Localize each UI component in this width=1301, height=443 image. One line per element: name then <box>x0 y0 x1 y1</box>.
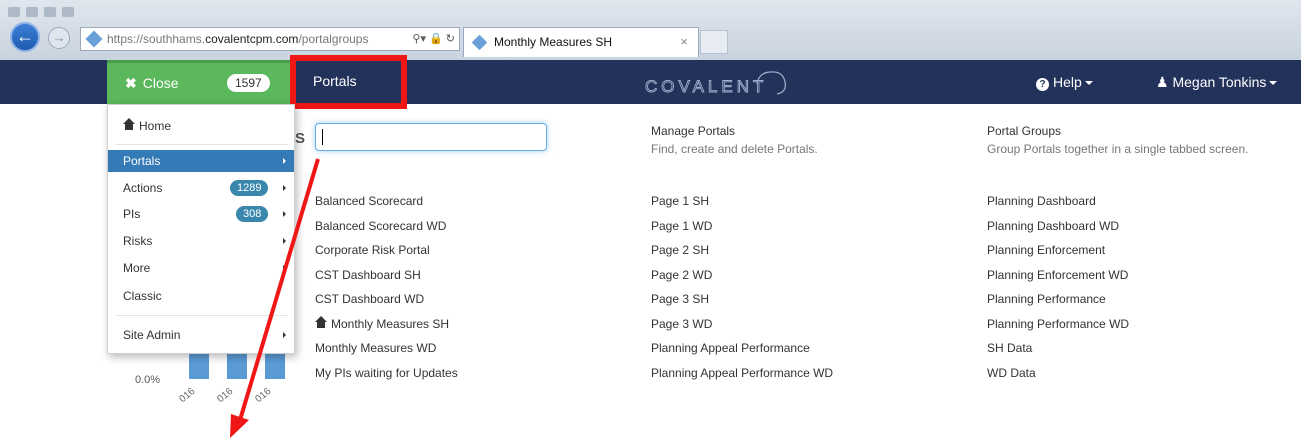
menu-item-home[interactable]: Home <box>108 115 294 137</box>
chart-bar <box>227 354 247 379</box>
menu-item-risks[interactable]: Risks <box>108 230 294 252</box>
screenshot-root: ← → https://southhams.covalentcpm.com/po… <box>0 0 1301 443</box>
portal-link[interactable]: SH Data <box>987 341 1032 355</box>
chevron-right-icon <box>283 332 286 338</box>
caret-down-icon <box>1084 81 1093 86</box>
portal-link[interactable]: Page 2 WD <box>651 268 712 282</box>
text-cursor <box>322 129 323 145</box>
portal-link[interactable]: Monthly Measures WD <box>315 341 436 355</box>
manage-portals-link[interactable]: Manage Portals <box>651 124 735 138</box>
tab-title: Monthly Measures SH <box>494 35 613 49</box>
portal-link[interactable]: Planning Appeal Performance WD <box>651 366 833 380</box>
portal-link[interactable]: Planning Dashboard WD <box>987 219 1119 233</box>
home-icon <box>315 315 327 329</box>
menu-item-classic[interactable]: Classic <box>108 285 294 307</box>
portal-link[interactable]: CST Dashboard SH <box>315 268 421 282</box>
menu-item-pis[interactable]: PIs 308 <box>108 203 294 225</box>
menu-item-actions[interactable]: Actions 1289 <box>108 177 294 199</box>
portal-link[interactable]: Planning Enforcement WD <box>987 268 1128 282</box>
menu-divider <box>116 144 288 145</box>
close-label: Close <box>142 75 179 91</box>
menu-item-portals[interactable]: Portals <box>108 150 294 172</box>
main-dropdown-menu: Home Portals Actions 1289 PIs 308 Risks Mo… <box>107 104 295 354</box>
menu-divider <box>116 315 288 316</box>
highlight-box <box>290 55 407 109</box>
chevron-right-icon <box>283 158 286 164</box>
browser-chrome: ← → https://southhams.covalentcpm.com/po… <box>0 0 1301 60</box>
forward-arrow-icon[interactable]: → <box>48 27 70 49</box>
browser-tab[interactable]: Monthly Measures SH × <box>463 27 699 57</box>
new-tab-button[interactable] <box>700 30 728 54</box>
url-text: https://southhams.covalentcpm.com/portal… <box>107 32 369 46</box>
background-chart: 0.0% 016 016 016 <box>107 354 297 406</box>
actions-count-badge: 1289 <box>230 180 269 196</box>
close-icon: ✖ <box>125 75 137 91</box>
arrow-head <box>230 414 249 438</box>
portal-link[interactable]: WD Data <box>987 366 1036 380</box>
chevron-right-icon <box>283 238 286 244</box>
portal-link[interactable]: Monthly Measures SH <box>315 315 449 331</box>
address-bar[interactable]: https://southhams.covalentcpm.com/portal… <box>80 27 460 51</box>
chevron-right-icon <box>283 185 286 191</box>
logo-text: COVALENT <box>645 77 767 96</box>
menu-item-more[interactable]: More <box>108 257 294 279</box>
portal-link[interactable]: Corporate Risk Portal <box>315 243 430 257</box>
portal-link[interactable]: Planning Enforcement <box>987 243 1105 257</box>
chevron-right-icon <box>283 211 286 217</box>
portal-link[interactable]: Page 3 WD <box>651 317 712 331</box>
chevron-right-icon <box>283 265 286 271</box>
question-icon: ? <box>1036 78 1049 91</box>
user-icon: ♟ <box>1156 74 1169 90</box>
user-menu[interactable]: ♟ Megan Tonkins <box>1156 74 1278 91</box>
notification-count-badge: 1597 <box>227 74 270 92</box>
menu-item-site-admin[interactable]: Site Admin <box>108 324 294 346</box>
portal-groups-description: Group Portals together in a single tabbe… <box>987 142 1249 156</box>
chart-bar <box>265 354 285 379</box>
portal-link[interactable]: Planning Performance <box>987 292 1106 306</box>
portal-link[interactable]: Planning Performance WD <box>987 317 1129 331</box>
tab-close-icon[interactable]: × <box>680 28 688 56</box>
portal-groups-link[interactable]: Portal Groups <box>987 124 1061 138</box>
chart-axis-label: 0.0% <box>135 374 161 386</box>
site-favicon-icon <box>85 30 103 48</box>
portal-link[interactable]: My PIs waiting for Updates <box>315 366 458 380</box>
pis-count-badge: 308 <box>236 206 269 222</box>
portal-link[interactable]: Page 1 WD <box>651 219 712 233</box>
portal-search-input[interactable] <box>315 123 547 151</box>
chart-tick-label: 016 <box>177 385 198 406</box>
home-icon <box>123 118 135 131</box>
close-menu-button[interactable]: ✖ Close 1597 <box>107 60 295 104</box>
address-bar-icons[interactable]: ⚲▾ 🔒 ↻ <box>408 28 455 50</box>
portal-link[interactable]: Planning Appeal Performance <box>651 341 810 355</box>
user-name: Megan Tonkins <box>1172 74 1267 90</box>
help-menu[interactable]: ? Help <box>1036 74 1093 91</box>
portal-link[interactable]: CST Dashboard WD <box>315 292 424 306</box>
tab-favicon-icon <box>471 34 488 51</box>
quick-access-toolbar <box>8 4 98 17</box>
portal-link[interactable]: Page 2 SH <box>651 243 709 257</box>
back-arrow-icon[interactable]: ← <box>10 22 40 52</box>
portal-link[interactable]: Balanced Scorecard WD <box>315 219 446 233</box>
portal-link[interactable]: Planning Dashboard <box>987 194 1096 208</box>
chart-tick-label: 016 <box>253 385 274 406</box>
portal-link[interactable]: Page 1 SH <box>651 194 709 208</box>
manage-portals-description: Find, create and delete Portals. <box>651 142 818 156</box>
covalent-logo: COVALENT <box>645 71 786 96</box>
background-text-fragment: S <box>295 130 306 147</box>
portal-link[interactable]: Balanced Scorecard <box>315 194 423 208</box>
portal-link[interactable]: Page 3 SH <box>651 292 709 306</box>
chart-bar <box>189 354 209 379</box>
chart-tick-label: 016 <box>215 385 236 406</box>
caret-down-icon <box>1269 81 1278 86</box>
help-label: Help <box>1053 74 1082 90</box>
